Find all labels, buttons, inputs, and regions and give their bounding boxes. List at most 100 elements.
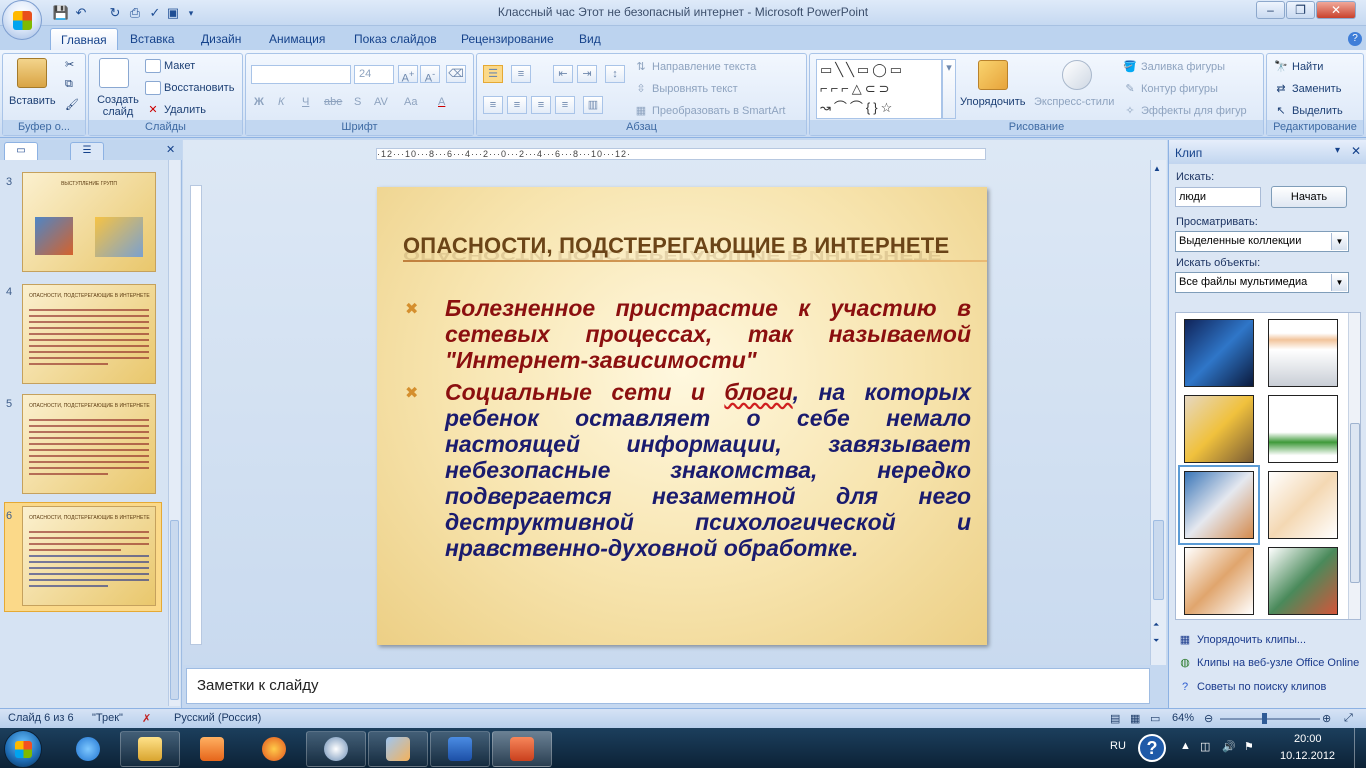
taskbar-word[interactable] [430, 731, 490, 767]
align-right-icon[interactable]: ≡ [531, 96, 551, 114]
slides-pane-scrollbar[interactable] [168, 160, 180, 706]
organize-clips-link[interactable]: ▦ Упорядочить клипы... [1179, 633, 1306, 647]
qat-customize-icon[interactable]: ▾ [182, 4, 200, 22]
justify-icon[interactable]: ≡ [555, 96, 575, 114]
find-objects-select[interactable]: Все файлы мультимедиа ▼ [1175, 272, 1349, 293]
thumbnail-slide-3[interactable]: ВЫСТУПЛЕНИЕ ГРУПП [22, 172, 156, 272]
clip-hiker[interactable] [1268, 547, 1338, 615]
shape-outline-button[interactable]: ✎ Контур фигуры [1122, 82, 1218, 96]
zoom-in-icon[interactable]: ⊕ [1322, 712, 1331, 725]
font-color-button[interactable]: A [438, 96, 445, 108]
align-text-button[interactable]: ⇳ Выровнять текст [633, 82, 737, 96]
decrease-indent-icon[interactable]: ⇤ [553, 65, 573, 83]
clock-date[interactable]: 10.12.2012 [1280, 750, 1335, 762]
save-icon[interactable]: 💾 [52, 4, 70, 22]
volume-icon[interactable]: 🔊 [1222, 740, 1236, 753]
smartart-button[interactable]: ▦ Преобразовать в SmartArt [633, 104, 786, 118]
delete-slide-button[interactable]: ✕ Удалить [145, 103, 206, 117]
scrollbar-thumb[interactable] [1153, 520, 1164, 600]
help-icon[interactable]: ? [1348, 32, 1362, 46]
slide-bullet-2[interactable]: ✖ Социальные сети и блоги, на которых ре… [405, 379, 971, 561]
increase-indent-icon[interactable]: ⇥ [577, 65, 597, 83]
shadow-button[interactable]: S [354, 96, 361, 108]
taskbar-hp[interactable] [306, 731, 366, 767]
start-button[interactable] [4, 730, 42, 768]
pane-menu-icon[interactable]: ▾ [1335, 145, 1340, 156]
tab-slideshow[interactable]: Показ слайдов [344, 28, 447, 50]
zoom-slider-thumb[interactable] [1262, 713, 1267, 724]
help-tray-icon[interactable]: ? [1138, 734, 1166, 762]
sorter-view-icon[interactable]: ▦ [1130, 712, 1140, 725]
search-tips-link[interactable]: ? Советы по поиску клипов [1179, 680, 1326, 694]
shape-effects-button[interactable]: ✧ Эффекты для фигур [1122, 104, 1246, 118]
taskbar-paint[interactable] [368, 731, 428, 767]
print-icon[interactable]: ⎙ [126, 4, 144, 22]
undo-icon[interactable]: ↶ [72, 4, 90, 22]
tab-design[interactable]: Дизайн [191, 28, 251, 50]
start-search-button[interactable]: Начать [1271, 186, 1347, 208]
shrink-font-icon[interactable]: A- [420, 65, 440, 85]
language-status[interactable]: Русский (Россия) [174, 712, 261, 724]
pane-close-icon[interactable]: ✕ [166, 143, 175, 156]
next-slide-icon[interactable]: ⏷ [1153, 636, 1159, 646]
minimize-button[interactable]: – [1256, 1, 1285, 19]
thumbnail-slide-4[interactable]: ОПАСНОСТИ, ПОДСТЕРЕГАЮЩИЕ В ИНТЕРНЕТЕ [22, 284, 156, 384]
slide-canvas[interactable]: ОПАСНОСТИ, ПОДСТЕРЕГАЮЩИЕ В ИНТЕРНЕТЕ ОП… [377, 187, 987, 645]
replace-button[interactable]: ⇄ Заменить [1273, 82, 1341, 96]
flag-icon[interactable]: ⚑ [1244, 740, 1254, 753]
show-desktop-button[interactable] [1354, 728, 1366, 768]
arrange-button[interactable]: Упорядочить [960, 96, 1025, 108]
columns-icon[interactable]: ▥ [583, 96, 603, 114]
align-left-icon[interactable]: ≡ [483, 96, 503, 114]
font-size-combo[interactable]: 24 [354, 65, 394, 84]
spellcheck-status-icon[interactable]: ✗ [142, 712, 151, 725]
clear-format-icon[interactable]: ⌫ [446, 65, 466, 83]
underline-button[interactable]: Ч [302, 96, 309, 108]
browse-select[interactable]: Выделенные коллекции ▼ [1175, 231, 1349, 252]
copy-icon[interactable]: ⧉ [65, 78, 73, 91]
cut-icon[interactable]: ✂ [65, 58, 74, 71]
clip-hands[interactable] [1184, 395, 1254, 463]
font-name-combo[interactable] [251, 65, 351, 84]
numbering-icon[interactable]: ≡ [511, 65, 531, 83]
shapes-more-icon[interactable]: ▾ [942, 59, 956, 119]
zoom-slider[interactable] [1220, 718, 1320, 720]
restore-button[interactable]: ❐ [1286, 1, 1315, 19]
slides-tab-icon[interactable]: ▭ [4, 142, 38, 160]
taskbar-media[interactable] [182, 731, 242, 767]
tab-home[interactable]: Главная [50, 28, 118, 51]
bold-button[interactable]: Ж [254, 96, 264, 108]
shapes-gallery[interactable]: ▭╲╲▭◯▭ ⌐⌐⌐△⊂⊃ ↝⌒⌒{}☆ [816, 59, 942, 119]
scrollbar-thumb[interactable] [1350, 423, 1360, 583]
language-indicator[interactable]: RU [1110, 740, 1126, 752]
bullets-icon[interactable]: ☰ [483, 65, 503, 83]
taskbar-firefox[interactable] [244, 731, 304, 767]
clip-businessman[interactable] [1184, 547, 1254, 615]
tray-expand-icon[interactable]: ▲ [1180, 740, 1191, 752]
clock-time[interactable]: 20:00 [1294, 733, 1322, 745]
text-direction-button[interactable]: ⇅ Направление текста [633, 60, 756, 74]
tab-insert[interactable]: Вставка [120, 28, 185, 50]
taskbar-powerpoint[interactable] [492, 731, 552, 767]
select-button[interactable]: ↖ Выделить [1273, 104, 1342, 118]
taskbar-explorer[interactable] [120, 731, 180, 767]
office-button[interactable] [2, 0, 42, 40]
clip-golfer[interactable] [1268, 395, 1338, 463]
taskbar-ie[interactable] [58, 731, 118, 767]
spellcheck-icon[interactable]: ✓ [146, 4, 164, 22]
italic-button[interactable]: К [278, 96, 284, 108]
char-spacing-button[interactable]: AV [374, 96, 388, 108]
tab-animation[interactable]: Анимация [259, 28, 335, 50]
zoom-out-icon[interactable]: ⊖ [1204, 712, 1213, 725]
quick-styles-button[interactable]: Экспресс-стили [1034, 96, 1114, 108]
slideshow-icon[interactable]: ▣ [164, 4, 182, 22]
line-spacing-icon[interactable]: ↕ [605, 65, 625, 83]
thumbnail-slide-6[interactable]: ОПАСНОСТИ, ПОДСТЕРЕГАЮЩИЕ В ИНТЕРНЕТЕ [22, 506, 156, 606]
fit-to-window-icon[interactable]: ⤢ [1344, 712, 1353, 725]
pane-close-icon[interactable]: ✕ [1351, 144, 1361, 158]
prev-slide-icon[interactable]: ⏶ [1153, 620, 1159, 630]
scrollbar-thumb[interactable] [170, 520, 179, 700]
grow-font-icon[interactable]: A+ [398, 65, 418, 85]
office-online-link[interactable]: ◍ Клипы на веб-узле Office Online [1179, 656, 1359, 670]
slideshow-view-icon[interactable]: ▭ [1150, 712, 1160, 725]
